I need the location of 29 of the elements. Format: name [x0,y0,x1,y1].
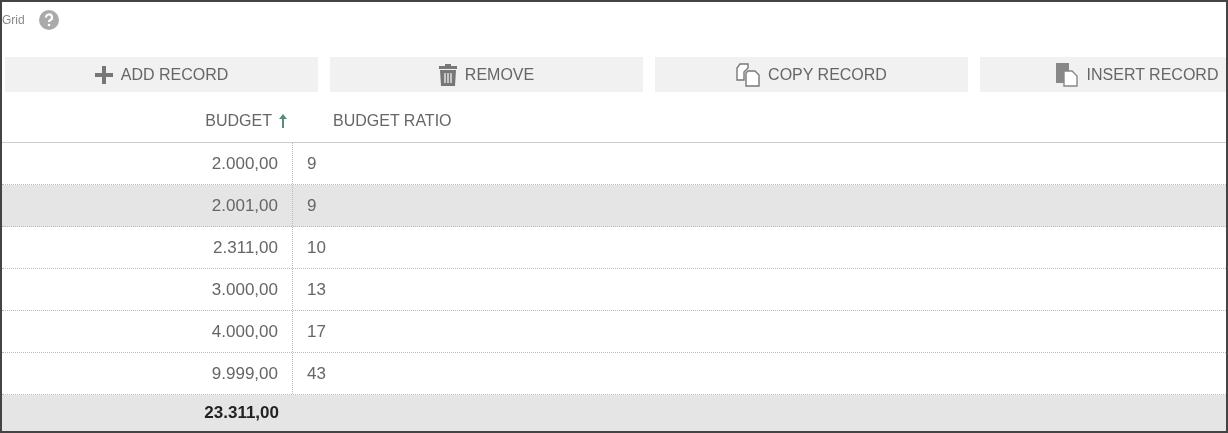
table-row[interactable]: 4.000,00 17 [2,311,1226,353]
trash-icon [438,63,457,86]
table-cell: 4.000,00 [2,311,293,352]
document-icon [1054,62,1079,87]
table-cell: 2.000,00 [2,143,293,184]
toolbar-button[interactable]: REMOVE [330,57,643,92]
table-cell-text: 17 [306,320,326,343]
table-cell-text: 9 [306,194,317,217]
table-cell: 3.000,00 [2,269,293,310]
table-cell-text: 13 [306,278,326,301]
toolbar-button[interactable]: COPY RECORD [655,57,968,92]
table-row[interactable]: 3.000,00 13 [2,269,1226,311]
column-header[interactable]: BUDGET RATIO [293,106,452,136]
table-cell-text: 43 [306,362,326,385]
table-cell: 2.001,00 [2,185,293,226]
total-cell-text: 23.311,00 [203,402,280,424]
grid-title: Grid [2,13,25,27]
copy-icon [736,62,761,87]
table-row[interactable]: 2.311,00 10 [2,227,1226,269]
toolbar-button[interactable]: INSERT RECORD [980,57,1226,92]
column-header[interactable]: BUDGET [2,106,293,136]
table-cell: 2.311,00 [2,227,293,268]
table-cell-text: 10 [306,236,326,259]
plus-icon [94,65,113,84]
table-row[interactable]: 2.001,00 9 [2,185,1226,227]
table-cell-text: 9 [306,152,317,175]
help-icon[interactable] [38,10,59,30]
toolbar-button[interactable]: ADD RECORD [5,57,318,92]
table-cell: 9.999,00 [2,353,293,394]
